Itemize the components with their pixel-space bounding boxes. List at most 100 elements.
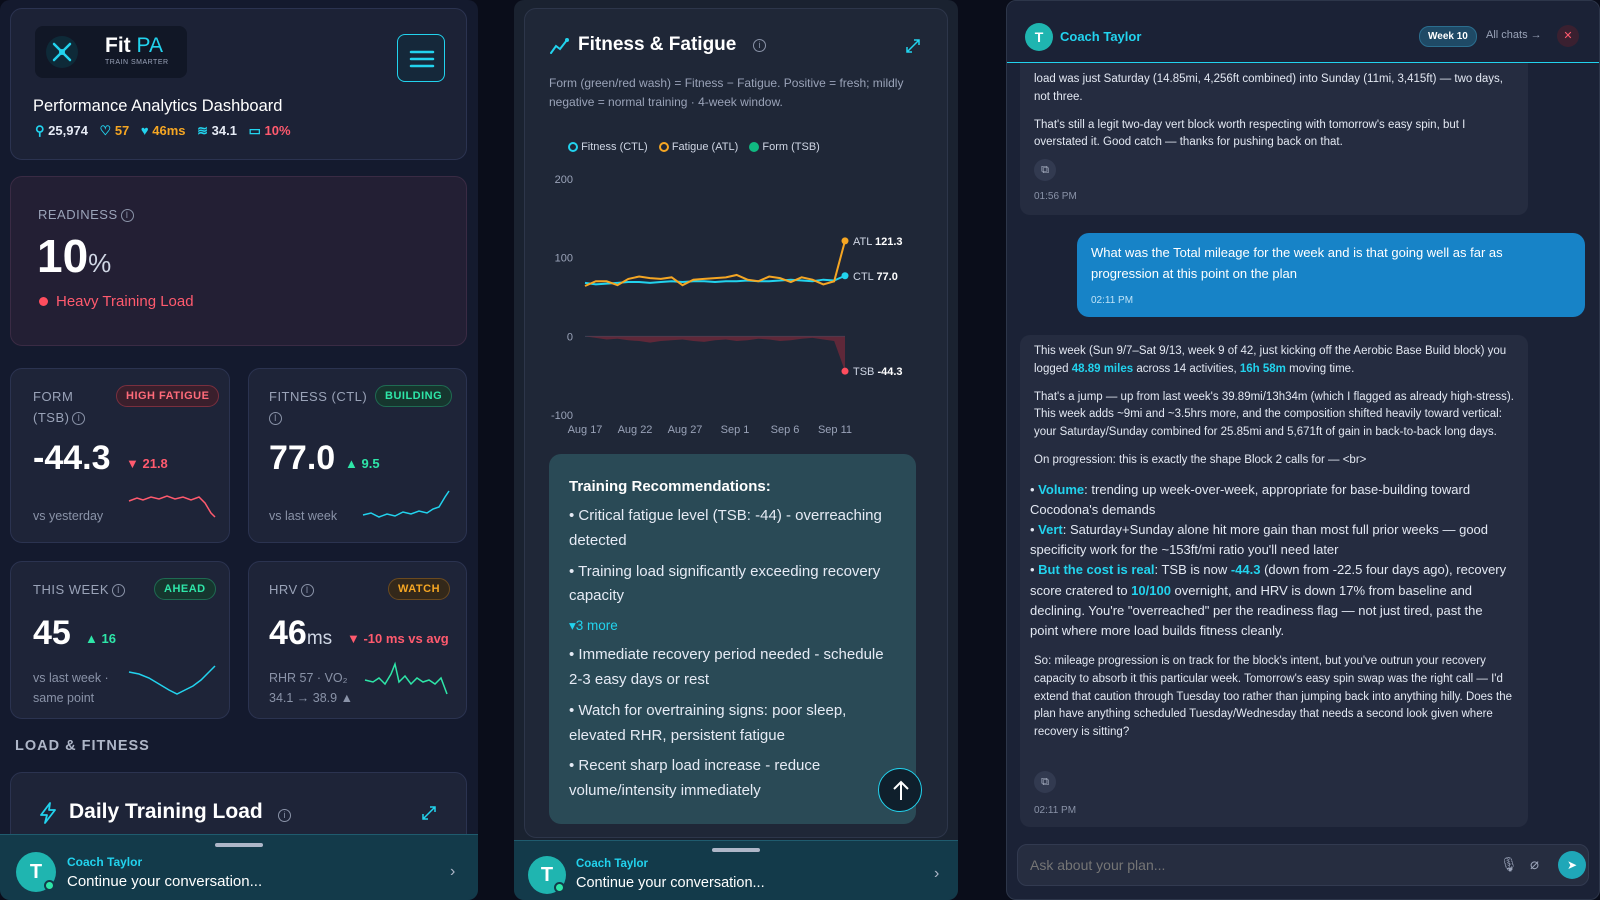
info-icon[interactable]: i <box>269 411 282 425</box>
y-tick-label: 100 <box>555 253 573 265</box>
info-icon[interactable]: i <box>120 209 134 223</box>
vo2-stat: 34.1 <box>211 123 237 138</box>
coach-prompt: Continue your conversation... <box>576 875 765 891</box>
form-card[interactable]: FORM (TSB) i HIGH FATIGUE -44.3 ▼ 21.8 vs … <box>10 368 230 543</box>
coach-name: Coach Taylor <box>576 858 648 870</box>
steps-stat: 25,974 <box>48 123 88 138</box>
copy-button[interactable]: ⧉ <box>1034 159 1056 181</box>
coach-bar[interactable]: T Coach Taylor Continue your conversatio… <box>0 834 478 900</box>
week-card[interactable]: THIS WEEK i AHEAD 45 ▲ 16 vs last week · s… <box>10 561 230 719</box>
assistant-message: This week (Sun 9/7–Sat 9/13, week 9 of 4… <box>1020 335 1528 827</box>
x-tick-label: Sep 6 <box>771 424 800 436</box>
coach-bar[interactable]: T Coach Taylor Continue your conversatio… <box>514 840 958 900</box>
chevron-right-icon: › <box>934 865 940 882</box>
steps-icon: ⚲ <box>35 123 45 138</box>
chat-title: Coach Taylor <box>1060 29 1142 44</box>
timestamp: 02:11 PM <box>1091 295 1134 306</box>
ff-description: Form (green/red wash) = Fitness − Fatigu… <box>549 76 904 110</box>
vo2-icon: ≋ <box>197 123 209 138</box>
all-chats-link[interactable]: All chats → <box>1486 29 1542 41</box>
microphone-icon[interactable]: 🎙 <box>1500 856 1518 873</box>
attach-icon[interactable]: ⌀ <box>1530 855 1539 873</box>
arrow-up-icon <box>893 780 909 800</box>
message-paragraph: load was just Saturday (14.85mi, 4,256ft… <box>1034 73 1503 103</box>
status-badge: AHEAD <box>154 578 216 600</box>
readiness-card[interactable]: READINESS i 10% Heavy Training Load <box>10 176 467 346</box>
page-title: Performance Analytics Dashboard <box>33 97 283 115</box>
expand-icon[interactable] <box>905 38 921 54</box>
expand-icon[interactable] <box>421 805 437 821</box>
x-tick-label: Aug 27 <box>668 424 703 436</box>
fitness-delta: ▲ 9.5 <box>345 456 380 471</box>
battery-stat: 10% <box>264 123 291 138</box>
menu-button[interactable] <box>397 34 445 82</box>
coach-prompt: Continue your conversation... <box>67 873 263 890</box>
list-item: • Watch for overtraining signs: poor sle… <box>569 701 847 744</box>
list-item: • But the cost is real: TSB is now -44.3… <box>1030 562 1507 638</box>
status-badge: BUILDING <box>375 385 453 407</box>
end-point <box>841 367 849 375</box>
timestamp: 01:56 PM <box>1034 191 1077 202</box>
battery-icon: ▭ <box>248 123 261 138</box>
readiness-status: Heavy Training Load <box>39 293 194 310</box>
copy-button[interactable]: ⧉ <box>1034 771 1056 793</box>
hrv-icon: ♥ <box>140 123 149 138</box>
fitness-card[interactable]: FITNESS (CTL) i BUILDING 77.0 ▲ 9.5 vs la… <box>248 368 467 543</box>
brand-name: Fit PA <box>105 34 163 57</box>
chat-input[interactable] <box>1030 854 1470 876</box>
fitness-label: FITNESS (CTL) i <box>269 389 368 425</box>
x-tick-label: Aug 22 <box>618 424 653 436</box>
daily-load-title: Daily Training Load <box>69 800 263 823</box>
info-icon[interactable]: i <box>300 584 314 598</box>
recommendations-title: Training Recommendations: <box>569 478 771 495</box>
end-point <box>841 272 849 280</box>
ff-title: Fitness & Fatigue <box>578 34 737 55</box>
form-area <box>585 336 845 372</box>
fitness-sub: vs last week <box>269 509 338 523</box>
drag-handle[interactable] <box>215 843 263 847</box>
close-button[interactable]: ✕ <box>1557 25 1579 47</box>
show-more-toggle[interactable]: ▾3 more <box>569 615 889 637</box>
send-button[interactable]: ➤ <box>1558 851 1586 879</box>
list-item: • Vert: Saturday+Sunday alone hit more g… <box>1030 522 1489 558</box>
week-badge: Week 10 <box>1419 26 1477 47</box>
message-paragraph: That's a jump — up from last week's 39.8… <box>1034 390 1514 439</box>
drag-handle[interactable] <box>712 848 760 852</box>
form-sparkline <box>128 495 216 518</box>
scroll-top-button[interactable] <box>878 768 922 812</box>
ff-card: Fitness & Fatigue i Form (green/red wash… <box>524 8 948 838</box>
info-icon[interactable]: i <box>72 411 86 425</box>
info-icon[interactable]: i <box>278 809 291 822</box>
list-item: • Recent sharp load increase - reduce vo… <box>569 757 821 800</box>
y-tick-label: 0 <box>567 331 573 343</box>
message-paragraph: So: mileage progression is on track for … <box>1034 655 1512 739</box>
info-icon[interactable]: i <box>753 39 766 52</box>
hrv-sub: RHR 57 · VO₂ 34.1 → 38.9 ▲ <box>269 671 353 705</box>
list-item: • Critical fatigue level (TSB: -44) - ov… <box>569 507 882 549</box>
bullet-list: • Volume: trending up week-over-week, ap… <box>1030 480 1514 641</box>
fitness-fatigue-panel: Fitness & Fatigue i Form (green/red wash… <box>514 0 958 900</box>
readiness-label: READINESS i <box>38 207 134 223</box>
chevron-right-icon: › <box>450 863 456 880</box>
hrv-value: 46ms <box>269 614 333 652</box>
hrv-card[interactable]: HRV i WATCH 46ms ▼ -10 ms vs avg RHR 57 ·… <box>248 561 467 719</box>
end-label: CTL 77.0 <box>853 271 898 283</box>
brand-tagline: TRAIN SMARTER <box>105 59 169 66</box>
y-tick-label: 200 <box>555 174 573 186</box>
section-heading: LOAD & FITNESS <box>15 738 150 754</box>
status-badge: HIGH FATIGUE <box>116 385 220 407</box>
chat-input-bar: 🎙 ⌀ ➤ <box>1017 844 1589 886</box>
form-label: FORM (TSB) i <box>33 387 86 429</box>
coach-name: Coach Taylor <box>67 855 143 869</box>
hamburger-icon <box>409 50 435 68</box>
info-icon[interactable]: i <box>112 584 126 598</box>
fitness-value: 77.0 <box>269 439 336 477</box>
online-dot-icon <box>44 880 55 891</box>
heart-icon: ♡ <box>99 123 112 138</box>
message-paragraph: On progression: this is exactly the shap… <box>1034 454 1367 467</box>
online-dot-icon <box>554 882 565 893</box>
end-point <box>841 237 849 245</box>
end-label: TSB -44.3 <box>853 366 903 378</box>
end-label: ATL 121.3 <box>853 236 903 248</box>
hrv-stat: 46ms <box>152 123 186 138</box>
